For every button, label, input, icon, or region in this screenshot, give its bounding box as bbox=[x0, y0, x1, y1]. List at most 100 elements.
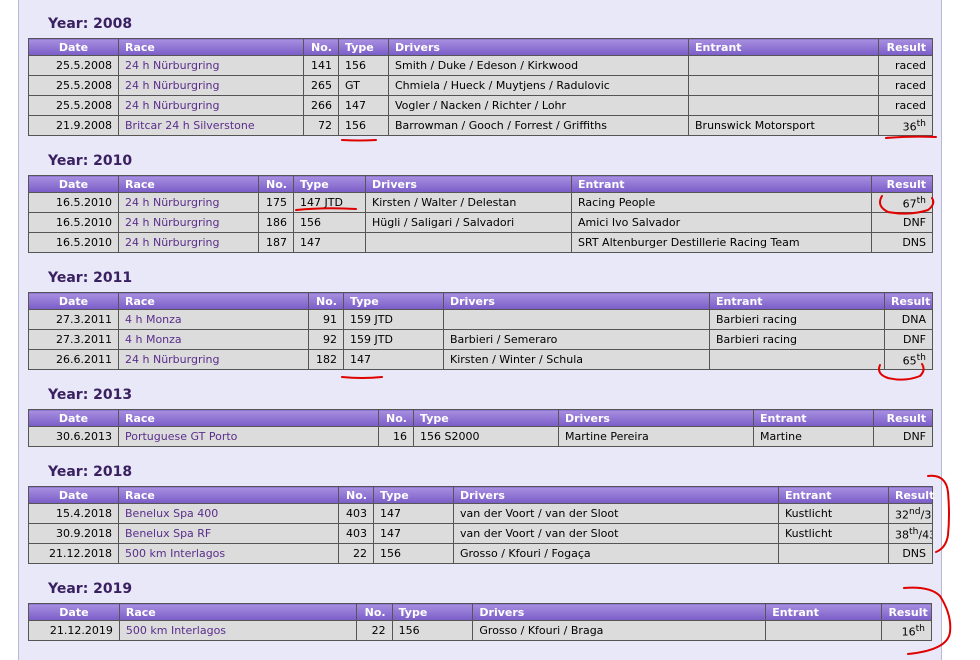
column-header-no: No. bbox=[338, 486, 374, 504]
table-row: 27.3.2011 4 h Monza 92 159 JTD Barbieri / Se… bbox=[28, 329, 933, 350]
cell-result: 16th bbox=[881, 620, 932, 641]
race-link[interactable]: 24 h Nürburgring bbox=[125, 196, 219, 209]
cell-result: raced bbox=[878, 55, 933, 76]
cell-result: DNF bbox=[873, 426, 933, 447]
cell-race: 500 km Interlagos bbox=[118, 543, 339, 564]
header-row: Date Race No. Type Drivers Entrant Result bbox=[28, 175, 933, 193]
cell-no: 92 bbox=[308, 329, 344, 350]
year-heading: Year: 2010 bbox=[48, 153, 133, 169]
column-header-result: Result bbox=[881, 603, 932, 621]
cell-drivers: Hügli / Saligari / Salvadori bbox=[365, 212, 572, 233]
cell-drivers: Vogler / Nacken / Richter / Lohr bbox=[388, 95, 689, 116]
result-value: 67 bbox=[902, 197, 917, 211]
column-header-entrant: Entrant bbox=[709, 292, 885, 310]
cell-race: 24 h Nürburgring bbox=[118, 95, 304, 116]
column-header-drivers: Drivers bbox=[453, 486, 779, 504]
column-header-no: No. bbox=[308, 292, 344, 310]
race-link[interactable]: 24 h Nürburgring bbox=[125, 79, 219, 92]
result-value: 36 bbox=[902, 120, 917, 134]
cell-result: raced bbox=[878, 95, 933, 116]
cell-result: DNF bbox=[871, 212, 933, 233]
column-header-date: Date bbox=[28, 292, 119, 310]
cell-result: DNA bbox=[884, 309, 933, 330]
table-row: 25.5.2008 24 h Nürburgring 265 GT Chmiela / … bbox=[28, 75, 933, 96]
race-link[interactable]: Portuguese GT Porto bbox=[125, 430, 237, 443]
cell-race: 24 h Nürburgring bbox=[118, 349, 309, 370]
result-value: raced bbox=[894, 99, 926, 112]
column-header-date: Date bbox=[28, 38, 119, 56]
table-row: 16.5.2010 24 h Nürburgring 187 147 SRT Alten… bbox=[28, 232, 933, 253]
cell-no: 22 bbox=[356, 620, 393, 641]
race-link[interactable]: 24 h Nürburgring bbox=[125, 353, 219, 366]
cell-date: 30.6.2013 bbox=[28, 426, 119, 447]
race-link[interactable]: 4 h Monza bbox=[125, 313, 182, 326]
column-header-date: Date bbox=[28, 603, 120, 621]
cell-entrant bbox=[765, 620, 883, 641]
cell-no: 16 bbox=[378, 426, 414, 447]
cell-no: 186 bbox=[258, 212, 294, 233]
result-value: DNS bbox=[902, 236, 926, 249]
result-value-2: /43 bbox=[918, 528, 931, 542]
race-link[interactable]: Benelux Spa RF bbox=[125, 527, 211, 540]
race-link[interactable]: 4 h Monza bbox=[125, 333, 182, 346]
cell-date: 16.5.2010 bbox=[28, 192, 119, 213]
column-header-drivers: Drivers bbox=[472, 603, 767, 621]
cell-entrant: Amici Ivo Salvador bbox=[571, 212, 872, 233]
cell-date: 15.4.2018 bbox=[28, 503, 119, 524]
result-value: 38 bbox=[895, 528, 909, 542]
column-header-race: Race bbox=[118, 603, 358, 621]
cell-entrant bbox=[688, 75, 879, 96]
results-table: Date Race No. Type Drivers Entrant Result 21.12… bbox=[28, 603, 932, 641]
cell-date: 21.9.2008 bbox=[28, 115, 119, 136]
cell-drivers bbox=[443, 309, 710, 330]
race-link[interactable]: 500 km Interlagos bbox=[126, 624, 226, 637]
race-link[interactable]: 24 h Nürburgring bbox=[125, 236, 219, 249]
race-link[interactable]: Benelux Spa 400 bbox=[125, 507, 218, 520]
cell-drivers: Grosso / Kfouri / Braga bbox=[472, 620, 767, 641]
column-header-drivers: Drivers bbox=[365, 175, 572, 193]
cell-drivers: van der Voort / van der Sloot bbox=[453, 523, 779, 544]
cell-drivers: Kirsten / Walter / Delestan bbox=[365, 192, 572, 213]
race-link[interactable]: 24 h Nürburgring bbox=[125, 216, 219, 229]
column-header-date: Date bbox=[28, 486, 119, 504]
cell-type: 147 bbox=[293, 232, 366, 253]
table-row: 30.9.2018 Benelux Spa RF 403 147 van der Voo… bbox=[28, 523, 933, 544]
header-row: Date Race No. Type Drivers Entrant Result bbox=[28, 38, 933, 56]
cell-race: 4 h Monza bbox=[118, 329, 309, 350]
race-link[interactable]: Britcar 24 h Silverstone bbox=[125, 119, 255, 132]
result-suffix: th bbox=[916, 194, 926, 206]
race-link[interactable]: 500 km Interlagos bbox=[125, 547, 225, 560]
cell-result: DNS bbox=[871, 232, 933, 253]
cell-no: 403 bbox=[338, 503, 374, 524]
table-row: 25.5.2008 24 h Nürburgring 141 156 Smith / D… bbox=[28, 55, 933, 76]
cell-date: 30.9.2018 bbox=[28, 523, 119, 544]
cell-result: 36th bbox=[878, 115, 933, 136]
cell-drivers: Barrowman / Gooch / Forrest / Griffiths bbox=[388, 115, 689, 136]
cell-date: 21.12.2018 bbox=[28, 543, 119, 564]
column-header-result: Result bbox=[888, 486, 934, 504]
cell-race: Benelux Spa RF bbox=[118, 523, 339, 544]
table-row: 16.5.2010 24 h Nürburgring 186 156 Hügli / S… bbox=[28, 212, 933, 233]
table-row: 16.5.2010 24 h Nürburgring 175 147 JTD Kirst… bbox=[28, 192, 933, 213]
table-row: 21.12.2019 500 km Interlagos 22 156 Grosso /… bbox=[28, 620, 932, 641]
column-header-drivers: Drivers bbox=[388, 38, 689, 56]
column-header-type: Type bbox=[413, 409, 559, 427]
race-link[interactable]: 24 h Nürburgring bbox=[125, 59, 219, 72]
cell-date: 16.5.2010 bbox=[28, 232, 119, 253]
cell-type: 159 JTD bbox=[343, 309, 444, 330]
race-link[interactable]: 24 h Nürburgring bbox=[125, 99, 219, 112]
cell-type: 156 S2000 bbox=[413, 426, 559, 447]
result-value: DNF bbox=[902, 430, 926, 443]
result-suffix: th bbox=[915, 622, 925, 634]
cell-type: 156 bbox=[391, 620, 474, 641]
table-row: 30.6.2013 Portuguese GT Porto 16 156 S2000 M… bbox=[28, 426, 933, 447]
cell-result: 65th bbox=[884, 349, 933, 370]
cell-entrant: Barbieri racing bbox=[709, 329, 885, 350]
year-heading: Year: 2008 bbox=[48, 16, 133, 32]
header-row: Date Race No. Type Drivers Entrant Result bbox=[28, 486, 934, 504]
column-header-result: Result bbox=[871, 175, 933, 193]
column-header-type: Type bbox=[391, 603, 474, 621]
result-value: DNF bbox=[902, 333, 926, 346]
cell-entrant: Brunswick Motorsport bbox=[688, 115, 879, 136]
column-header-no: No. bbox=[356, 603, 393, 621]
